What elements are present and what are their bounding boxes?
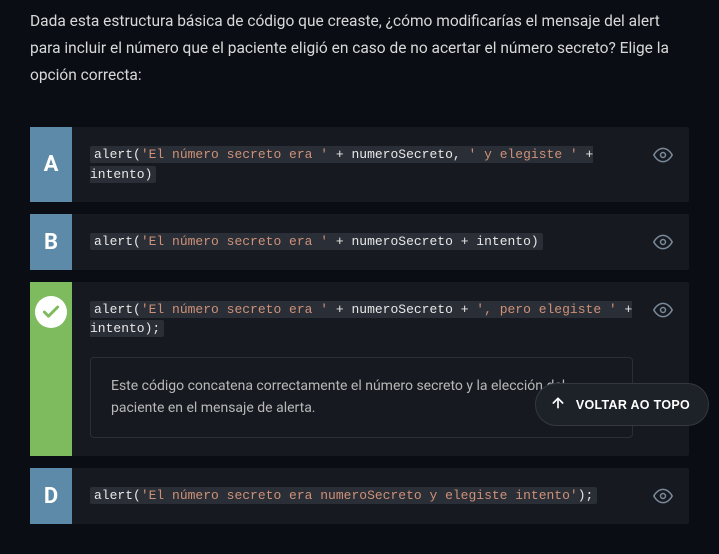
eye-icon[interactable] (653, 145, 673, 165)
option-badge: B (30, 214, 72, 270)
check-icon (35, 296, 67, 328)
option-a[interactable]: Aalert('El número secreto era ' + numero… (30, 127, 689, 202)
option-badge: D (30, 468, 72, 524)
option-c[interactable]: alert('El número secreto era ' + numeroS… (30, 282, 689, 456)
option-content: alert('El número secreto era ' + numeroS… (72, 214, 689, 270)
option-content: alert('El número secreto era ' + numeroS… (72, 282, 689, 456)
option-b[interactable]: Balert('El número secreto era ' + numero… (30, 214, 689, 270)
options-list: Aalert('El número secreto era ' + numero… (30, 127, 689, 523)
eye-icon[interactable] (653, 232, 673, 252)
option-code: alert('El número secreto era ' + numeroS… (90, 145, 633, 184)
arrow-up-icon (550, 395, 566, 414)
option-badge (30, 282, 72, 456)
eye-icon[interactable] (653, 300, 673, 320)
option-code: alert('El número secreto era numeroSecre… (90, 486, 633, 506)
option-d[interactable]: Dalert('El número secreto era numeroSecr… (30, 468, 689, 524)
option-badge: A (30, 127, 72, 202)
option-code: alert('El número secreto era ' + numeroS… (90, 300, 633, 339)
back-to-top-button[interactable]: VOLTAR AO TOPO (535, 383, 709, 426)
option-content: alert('El número secreto era ' + numeroS… (72, 127, 689, 202)
option-content: alert('El número secreto era numeroSecre… (72, 468, 689, 524)
eye-icon[interactable] (653, 486, 673, 506)
option-code: alert('El número secreto era ' + numeroS… (90, 232, 633, 252)
question-text: Dada esta estructura básica de código qu… (30, 8, 689, 89)
back-to-top-label: VOLTAR AO TOPO (576, 398, 690, 412)
